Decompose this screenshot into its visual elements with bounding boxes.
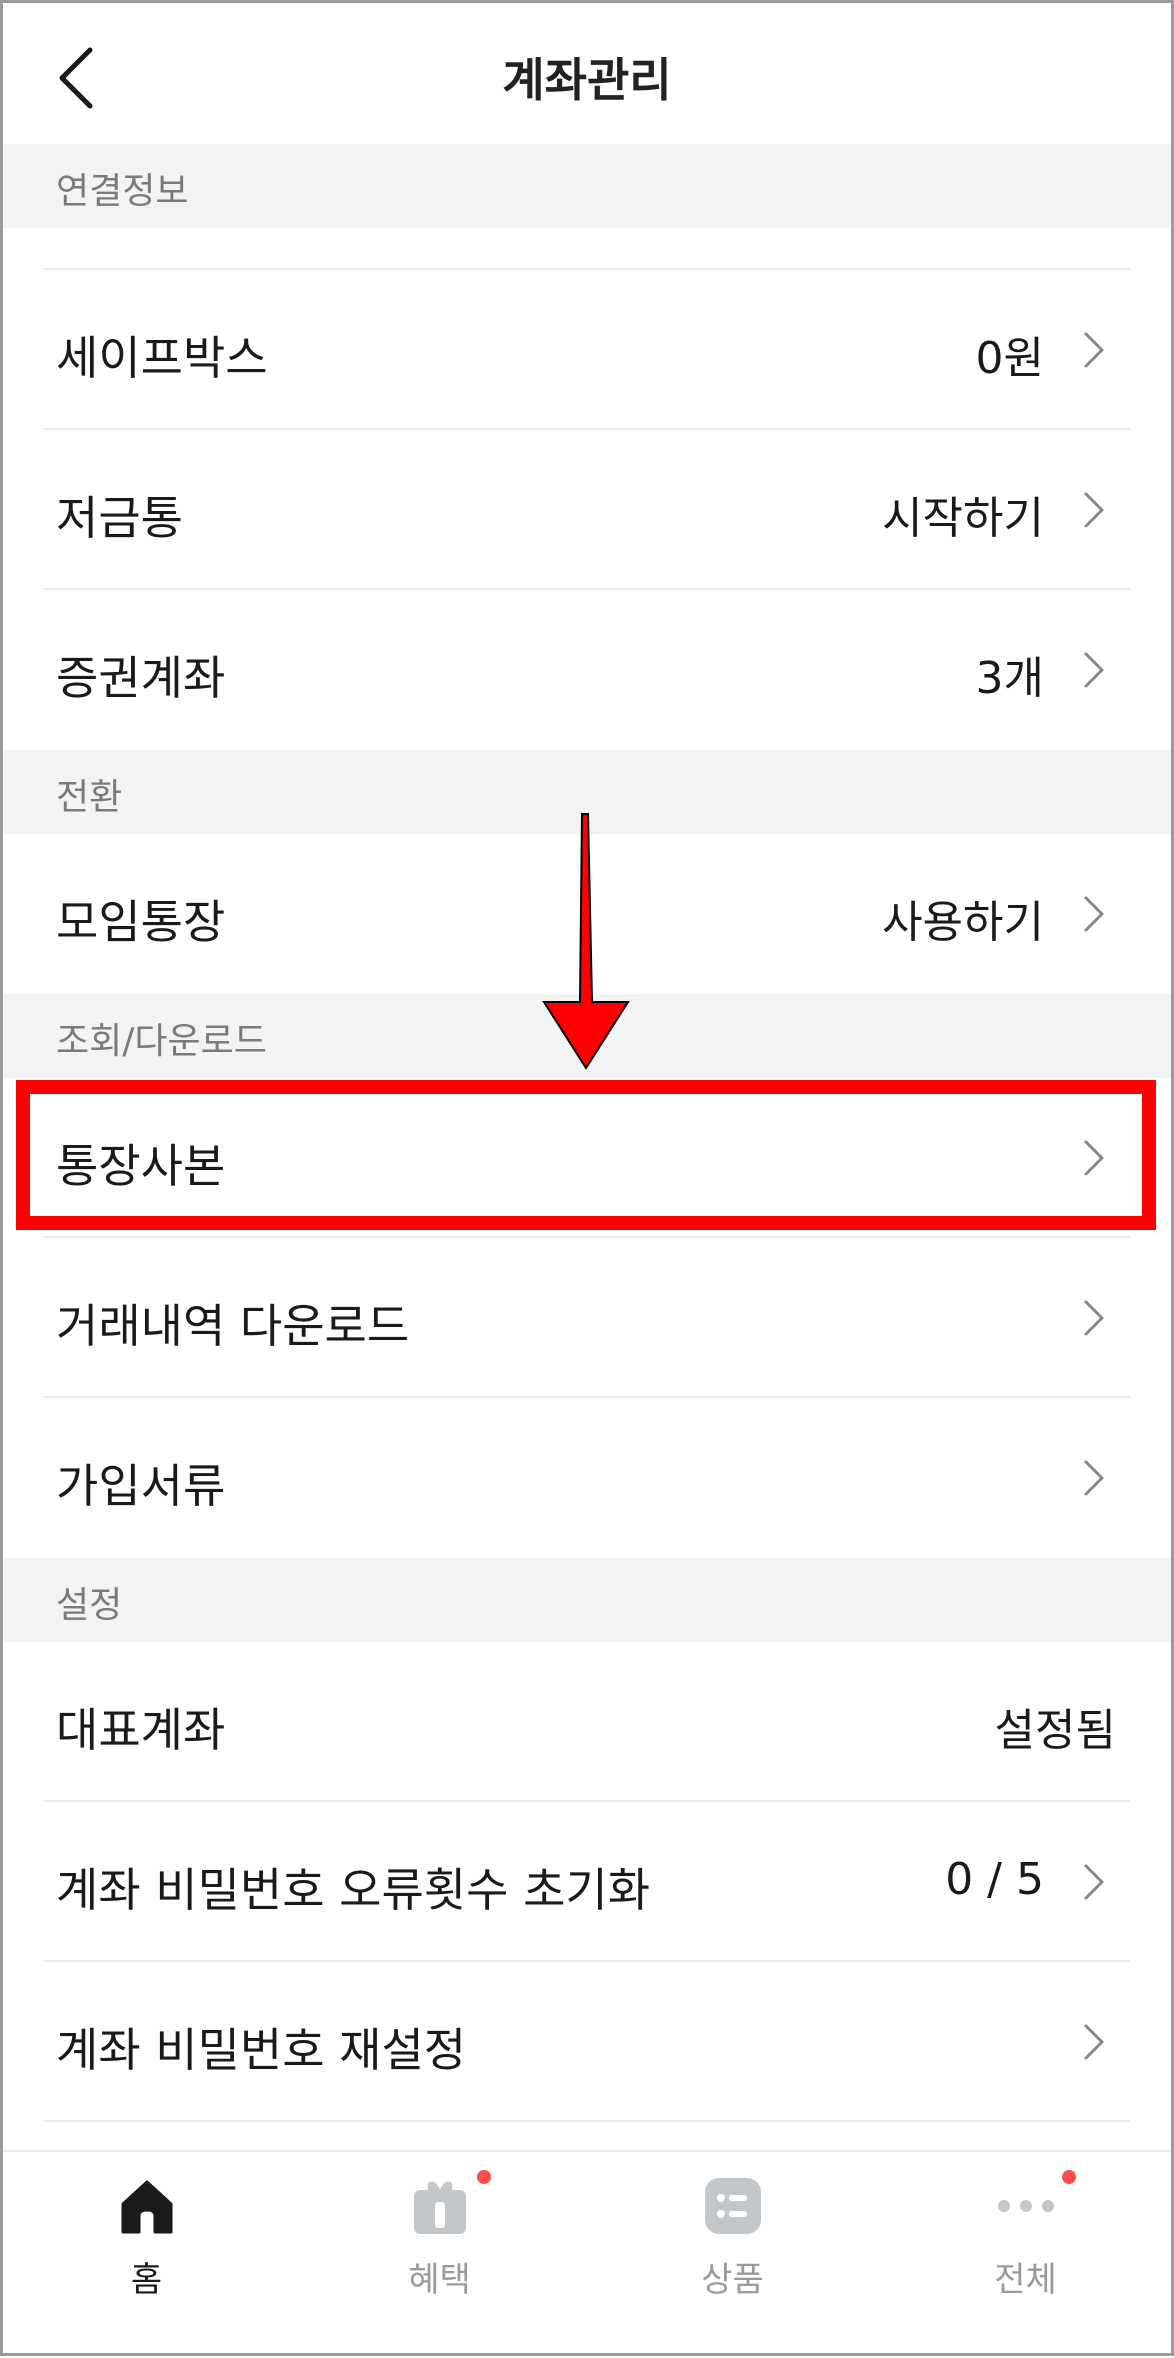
tab-home[interactable]: 홈 <box>0 2152 293 2358</box>
section-title: 전환 <box>56 777 123 818</box>
tab-label: 홈 <box>130 2260 163 2300</box>
row-piggybank[interactable]: 저금통 시작하기 <box>0 430 1174 590</box>
row-label: 통장사본 <box>56 1139 226 1193</box>
chevron-right-icon <box>1084 1300 1104 1336</box>
row-transaction-download[interactable]: 거래내역 다운로드 <box>0 1238 1174 1398</box>
tab-label: 상품 <box>701 2260 764 2300</box>
arrow-down-icon <box>542 813 630 1070</box>
row-label: 거래내역 다운로드 <box>56 1299 410 1353</box>
row-value: 0원 <box>975 333 1044 384</box>
row-value: 0 / 5 <box>945 1854 1044 1905</box>
tab-products[interactable]: 상품 <box>586 2152 879 2358</box>
chevron-right-icon <box>1084 332 1104 368</box>
row-safebox[interactable]: 세이프박스 0원 <box>0 270 1174 430</box>
row-main-account[interactable]: 대표계좌 설정됨 <box>0 1642 1174 1802</box>
tab-label: 전체 <box>994 2260 1057 2300</box>
row-value: 설정됨 <box>994 1705 1116 1756</box>
spacer-row <box>0 228 1174 270</box>
row-label: 저금통 <box>56 491 183 545</box>
row-password-error-reset[interactable]: 계좌 비밀번호 오류횟수 초기화 0 / 5 <box>0 1802 1174 1962</box>
top-bar: 계좌관리 <box>0 0 1174 146</box>
row-signup-documents[interactable]: 가입서류 <box>0 1398 1174 1558</box>
gift-icon <box>413 2181 466 2234</box>
row-label: 가입서류 <box>56 1459 226 1513</box>
row-value: 사용하기 <box>882 897 1044 948</box>
notification-badge <box>477 2170 491 2184</box>
bottom-tab-bar: 홈 혜택 상품 전체 <box>0 2150 1174 2358</box>
chevron-right-icon <box>1084 1460 1104 1496</box>
section-header-link: 연결정보 <box>0 144 1174 228</box>
row-label: 증권계좌 <box>56 651 226 705</box>
tab-benefits[interactable]: 혜택 <box>293 2152 586 2358</box>
home-icon <box>121 2180 172 2234</box>
row-value: 시작하기 <box>882 493 1044 544</box>
section-title: 조회/다운로드 <box>56 1021 267 1062</box>
chevron-right-icon <box>1084 1864 1104 1900</box>
row-label: 계좌 비밀번호 재설정 <box>56 2023 467 2077</box>
row-password-reset[interactable]: 계좌 비밀번호 재설정 <box>0 1962 1174 2122</box>
row-label: 세이프박스 <box>56 331 268 385</box>
more-icon <box>997 2200 1054 2212</box>
row-label: 대표계좌 <box>56 1703 226 1757</box>
section-title: 설정 <box>56 1585 123 1626</box>
divider <box>44 2120 1130 2122</box>
section-header-settings: 설정 <box>0 1558 1174 1642</box>
notification-badge <box>1062 2170 1076 2184</box>
chevron-right-icon <box>1084 1140 1104 1176</box>
section-title: 연결정보 <box>56 171 189 212</box>
chevron-right-icon <box>1084 652 1104 688</box>
chevron-right-icon <box>1084 2024 1104 2060</box>
row-securities-account[interactable]: 증권계좌 3개 <box>0 590 1174 750</box>
page-title: 계좌관리 <box>502 53 672 107</box>
row-label: 모임통장 <box>56 895 226 949</box>
tab-all[interactable]: 전체 <box>879 2152 1172 2358</box>
row-value: 3개 <box>975 653 1044 704</box>
tab-label: 혜택 <box>408 2260 471 2300</box>
row-bankbook-copy[interactable]: 통장사본 <box>0 1078 1174 1238</box>
chevron-right-icon <box>1084 492 1104 528</box>
row-label: 계좌 비밀번호 오류횟수 초기화 <box>56 1863 651 1917</box>
list-icon <box>704 2178 761 2234</box>
chevron-right-icon <box>1084 896 1104 932</box>
